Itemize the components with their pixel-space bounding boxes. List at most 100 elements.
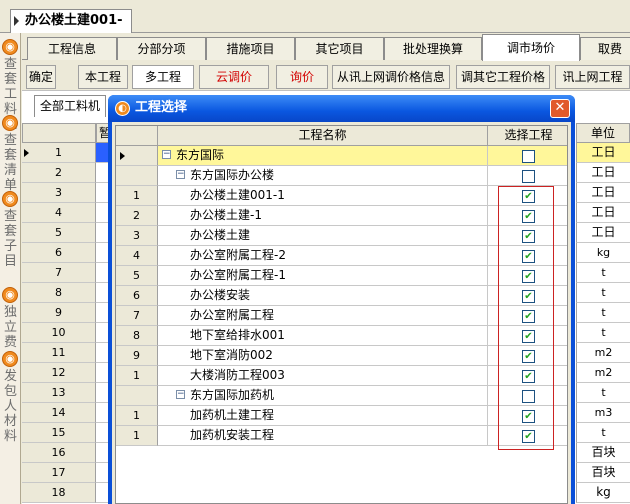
toolbar-button-4[interactable]: 询价	[276, 65, 328, 89]
project-row[interactable]: 6 办公楼安装 ✔	[116, 286, 567, 306]
project-checkbox[interactable]: ✔	[522, 430, 535, 443]
tab-tool-2[interactable]: 措施项目	[206, 37, 295, 60]
grid-cell-unit[interactable]: t	[576, 383, 630, 403]
project-row[interactable]: − 东方国际加药机	[116, 386, 567, 406]
toolbar-button-5[interactable]: 从讯上网调价格信息	[332, 65, 450, 89]
project-name-cell[interactable]: 地下室给排水001	[158, 326, 488, 346]
project-name-cell[interactable]: − 东方国际加药机	[158, 386, 488, 406]
document-tab[interactable]: 办公楼土建001-1	[10, 9, 132, 50]
project-row[interactable]: 1 办公楼土建001-1 ✔	[116, 186, 567, 206]
project-row[interactable]: 9 地下室消防002 ✔	[116, 346, 567, 366]
grid-cell-unit[interactable]: 工日	[576, 223, 630, 243]
tab-tool-5[interactable]: 调市场价	[482, 34, 580, 61]
project-name-cell[interactable]: 办公楼土建	[158, 226, 488, 246]
project-checkbox[interactable]: ✔	[522, 310, 535, 323]
project-select-cell[interactable]	[488, 386, 567, 406]
toolbar-button-3[interactable]: 云调价	[199, 65, 269, 89]
project-checkbox[interactable]: ✔	[522, 410, 535, 423]
toolbar-button-1[interactable]: 本工程	[78, 65, 128, 89]
project-select-cell[interactable]: ✔	[488, 366, 567, 386]
grid-cell-unit[interactable]: 百块	[576, 443, 630, 463]
project-checkbox[interactable]: ✔	[522, 270, 535, 283]
grid-cell-unit[interactable]: t	[576, 263, 630, 283]
project-row[interactable]: 2 办公楼土建-1 ✔	[116, 206, 567, 226]
close-icon[interactable]: ✕	[550, 99, 570, 118]
toolbar-button-7[interactable]: 讯上网工程	[555, 65, 630, 89]
toolbar-button-6[interactable]: 调其它工程价格	[456, 65, 550, 89]
project-row[interactable]: 3 办公楼土建 ✔	[116, 226, 567, 246]
project-select-cell[interactable]: ✔	[488, 406, 567, 426]
project-name-cell[interactable]: 大楼消防工程003	[158, 366, 488, 386]
project-row[interactable]: 7 办公室附属工程 ✔	[116, 306, 567, 326]
project-select-cell[interactable]: ✔	[488, 246, 567, 266]
project-name-cell[interactable]: 办公室附属工程	[158, 306, 488, 326]
project-checkbox[interactable]	[522, 390, 535, 403]
grid-cell-unit[interactable]: t	[576, 283, 630, 303]
grid-cell-unit[interactable]: m2	[576, 343, 630, 363]
grid-cell-unit[interactable]: 工日	[576, 143, 630, 163]
project-row[interactable]: 1 大楼消防工程003 ✔	[116, 366, 567, 386]
grid-cell-unit[interactable]: m3	[576, 403, 630, 423]
project-select-cell[interactable]: ✔	[488, 426, 567, 446]
project-checkbox[interactable]: ✔	[522, 190, 535, 203]
grid-cell-unit[interactable]: 工日	[576, 203, 630, 223]
tab-tool-1[interactable]: 分部分项	[117, 37, 206, 60]
tab-tool-6[interactable]: 取费	[580, 37, 630, 60]
grid-cell-unit[interactable]: t	[576, 323, 630, 343]
project-checkbox[interactable]	[522, 170, 535, 183]
dialog-title-bar[interactable]: ◐ 工程选择 ✕	[108, 95, 575, 122]
project-select-cell[interactable]: ✔	[488, 326, 567, 346]
grid-cell-unit[interactable]: 工日	[576, 163, 630, 183]
project-row[interactable]: 1 加药机安装工程 ✔	[116, 426, 567, 446]
project-name-cell[interactable]: 地下室消防002	[158, 346, 488, 366]
project-name-cell[interactable]: 办公楼安装	[158, 286, 488, 306]
project-checkbox[interactable]: ✔	[522, 210, 535, 223]
project-row[interactable]: − 东方国际办公楼	[116, 166, 567, 186]
project-select-cell[interactable]: ✔	[488, 346, 567, 366]
project-select-cell[interactable]: ✔	[488, 186, 567, 206]
toolbar-button-2[interactable]: 多工程	[132, 65, 194, 89]
project-name-cell[interactable]: 办公室附属工程-1	[158, 266, 488, 286]
project-name-cell[interactable]: − 东方国际	[158, 146, 488, 166]
toolbar-button-0[interactable]: 确定	[26, 65, 56, 89]
project-checkbox[interactable]: ✔	[522, 250, 535, 263]
project-select-cell[interactable]: ✔	[488, 266, 567, 286]
grid-cell-unit[interactable]: m2	[576, 363, 630, 383]
grid-cell-unit[interactable]: t	[576, 423, 630, 443]
grid-cell-unit[interactable]: kg	[576, 243, 630, 263]
project-checkbox[interactable]: ✔	[522, 350, 535, 363]
tree-collapse-icon[interactable]: −	[162, 150, 171, 159]
project-checkbox[interactable]: ✔	[522, 330, 535, 343]
project-select-cell[interactable]	[488, 146, 567, 166]
project-row[interactable]: 1 加药机土建工程 ✔	[116, 406, 567, 426]
project-row[interactable]: 4 办公室附属工程-2 ✔	[116, 246, 567, 266]
grid-cell-unit[interactable]: 百块	[576, 463, 630, 483]
project-select-cell[interactable]: ✔	[488, 206, 567, 226]
tab-tool-4[interactable]: 批处理换算	[384, 37, 482, 60]
project-name-cell[interactable]: − 东方国际办公楼	[158, 166, 488, 186]
project-row[interactable]: 8 地下室给排水001 ✔	[116, 326, 567, 346]
project-name-cell[interactable]: 办公楼土建-1	[158, 206, 488, 226]
filter-tab-all-materials[interactable]: 全部工料机	[34, 95, 106, 117]
grid-cell-unit[interactable]: t	[576, 303, 630, 323]
project-checkbox[interactable]	[522, 150, 535, 163]
project-select-cell[interactable]: ✔	[488, 306, 567, 326]
grid-cell-unit[interactable]: kg	[576, 483, 630, 503]
tree-collapse-icon[interactable]: −	[176, 390, 185, 399]
project-checkbox[interactable]: ✔	[522, 230, 535, 243]
project-select-cell[interactable]	[488, 166, 567, 186]
project-row[interactable]: − 东方国际	[116, 146, 567, 166]
project-checkbox[interactable]: ✔	[522, 290, 535, 303]
tab-tool-0[interactable]: 工程信息	[27, 37, 117, 60]
project-checkbox[interactable]: ✔	[522, 370, 535, 383]
project-select-cell[interactable]: ✔	[488, 226, 567, 246]
project-name-cell[interactable]: 加药机土建工程	[158, 406, 488, 426]
project-row[interactable]: 5 办公室附属工程-1 ✔	[116, 266, 567, 286]
project-name-cell[interactable]: 办公室附属工程-2	[158, 246, 488, 266]
project-select-cell[interactable]: ✔	[488, 286, 567, 306]
tree-collapse-icon[interactable]: −	[176, 170, 185, 179]
tab-tool-3[interactable]: 其它项目	[295, 37, 384, 60]
grid-cell-unit[interactable]: 工日	[576, 183, 630, 203]
project-name-cell[interactable]: 办公楼土建001-1	[158, 186, 488, 206]
project-name-cell[interactable]: 加药机安装工程	[158, 426, 488, 446]
